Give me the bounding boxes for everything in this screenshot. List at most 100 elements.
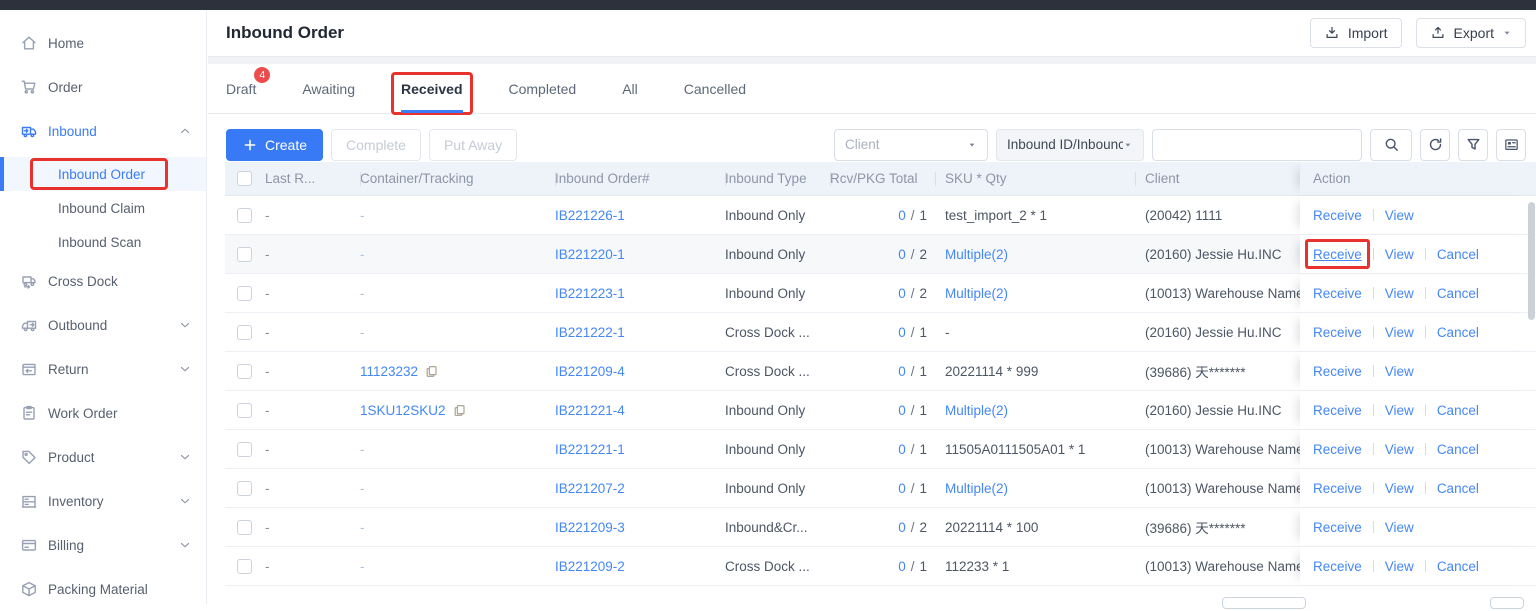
container-tracking-value[interactable]: 1SKU12SKU2 — [360, 403, 446, 418]
filter-button[interactable] — [1458, 129, 1488, 161]
received-count-link[interactable]: 0 — [898, 247, 906, 262]
search-type-select[interactable]: Inbound ID/Inbounc — [996, 129, 1144, 161]
sku-qty-value[interactable]: 20221114 * 999 — [945, 364, 1038, 379]
sidebar-item-outbound[interactable]: Outbound — [0, 303, 206, 347]
sidebar-item-inbound[interactable]: Inbound — [0, 109, 206, 153]
action-view[interactable]: View — [1362, 286, 1414, 301]
copy-icon[interactable] — [424, 364, 439, 379]
received-count-link[interactable]: 0 — [898, 403, 906, 418]
sidebar-item-packing-material[interactable]: Packing Material — [0, 567, 206, 611]
inbound-order-link[interactable]: IB221220-1 — [555, 247, 625, 262]
sidebar-item-product[interactable]: Product — [0, 435, 206, 479]
sku-qty-value[interactable]: 11505A0111505A01 * 1 — [945, 442, 1085, 457]
action-view[interactable]: View — [1362, 364, 1414, 379]
inbound-order-link[interactable]: IB221209-4 — [555, 364, 625, 379]
received-count-link[interactable]: 0 — [898, 325, 906, 340]
received-count-link[interactable]: 0 — [898, 364, 906, 379]
received-count-link[interactable]: 0 — [898, 559, 906, 574]
sidebar-item-inbound-claim[interactable]: Inbound Claim — [0, 191, 206, 225]
sidebar-item-order[interactable]: Order — [0, 65, 206, 109]
tab-received[interactable]: Received — [401, 64, 462, 113]
row-checkbox[interactable] — [237, 442, 252, 457]
search-button[interactable] — [1370, 129, 1412, 161]
action-cancel[interactable]: Cancel — [1414, 325, 1479, 340]
action-receive[interactable]: Receive — [1313, 520, 1362, 535]
action-receive[interactable]: Receive — [1313, 325, 1362, 340]
column-settings-button[interactable] — [1496, 129, 1526, 161]
row-checkbox[interactable] — [237, 403, 252, 418]
action-view[interactable]: View — [1362, 442, 1414, 457]
sidebar-item-return[interactable]: Return — [0, 347, 206, 391]
action-view[interactable]: View — [1362, 520, 1414, 535]
action-view[interactable]: View — [1362, 247, 1414, 262]
container-tracking-value[interactable]: - — [360, 442, 365, 457]
import-button[interactable]: Import — [1310, 18, 1402, 48]
tab-completed[interactable]: Completed — [509, 64, 577, 113]
inbound-order-link[interactable]: IB221223-1 — [555, 286, 625, 301]
row-checkbox[interactable] — [237, 247, 252, 262]
sku-qty-value[interactable]: - — [945, 325, 950, 340]
received-count-link[interactable]: 0 — [898, 481, 906, 496]
sidebar-item-billing[interactable]: Billing — [0, 523, 206, 567]
action-receive[interactable]: Receive — [1313, 559, 1362, 574]
action-cancel[interactable]: Cancel — [1414, 442, 1479, 457]
action-view[interactable]: View — [1362, 208, 1414, 223]
container-tracking-value[interactable]: - — [360, 247, 365, 262]
action-cancel[interactable]: Cancel — [1414, 247, 1479, 262]
row-checkbox[interactable] — [237, 364, 252, 379]
sidebar-item-home[interactable]: Home — [0, 21, 206, 65]
container-tracking-value[interactable]: - — [360, 286, 365, 301]
inbound-order-link[interactable]: IB221221-4 — [555, 403, 625, 418]
row-checkbox[interactable] — [237, 481, 252, 496]
tab-draft[interactable]: Draft 4 — [226, 64, 256, 113]
row-checkbox[interactable] — [237, 208, 252, 223]
refresh-button[interactable] — [1420, 129, 1450, 161]
copy-icon[interactable] — [452, 403, 467, 418]
sku-qty-value[interactable]: 112233 * 1 — [945, 559, 1009, 574]
action-receive[interactable]: Receive — [1313, 208, 1362, 223]
tab-cancelled[interactable]: Cancelled — [684, 64, 746, 113]
sku-qty-value[interactable]: Multiple(2) — [945, 481, 1008, 496]
action-view[interactable]: View — [1362, 325, 1414, 340]
sku-qty-value[interactable]: Multiple(2) — [945, 286, 1008, 301]
action-receive[interactable]: Receive — [1313, 247, 1362, 262]
sidebar-item-inbound-order[interactable]: Inbound Order — [0, 157, 206, 191]
action-cancel[interactable]: Cancel — [1414, 559, 1479, 574]
inbound-order-link[interactable]: IB221226-1 — [555, 208, 625, 223]
create-button[interactable]: Create — [226, 129, 323, 161]
pagination-remnant[interactable] — [1490, 597, 1524, 609]
sku-qty-value[interactable]: 20221114 * 100 — [945, 520, 1038, 535]
received-count-link[interactable]: 0 — [898, 520, 906, 535]
action-cancel[interactable]: Cancel — [1414, 481, 1479, 496]
container-tracking-value[interactable]: - — [360, 559, 365, 574]
action-view[interactable]: View — [1362, 403, 1414, 418]
put-away-button[interactable]: Put Away — [429, 129, 517, 161]
action-receive[interactable]: Receive — [1313, 403, 1362, 418]
search-input[interactable] — [1152, 129, 1362, 161]
inbound-order-link[interactable]: IB221207-2 — [555, 481, 625, 496]
action-receive[interactable]: Receive — [1313, 286, 1362, 301]
action-receive[interactable]: Receive — [1313, 481, 1362, 496]
container-tracking-value[interactable]: 11123232 — [360, 364, 418, 379]
sidebar-item-cross-dock[interactable]: Cross Dock — [0, 259, 206, 303]
action-receive[interactable]: Receive — [1313, 364, 1362, 379]
inbound-order-link[interactable]: IB221221-1 — [555, 442, 625, 457]
container-tracking-value[interactable]: - — [360, 208, 365, 223]
complete-button[interactable]: Complete — [331, 129, 421, 161]
row-checkbox[interactable] — [237, 325, 252, 340]
select-all-checkbox[interactable] — [237, 171, 252, 186]
sidebar-item-inbound-scan[interactable]: Inbound Scan — [0, 225, 206, 259]
action-view[interactable]: View — [1362, 559, 1414, 574]
action-cancel[interactable]: Cancel — [1414, 286, 1479, 301]
tab-awaiting[interactable]: Awaiting — [302, 64, 355, 113]
row-checkbox[interactable] — [237, 559, 252, 574]
container-tracking-value[interactable]: - — [360, 325, 365, 340]
received-count-link[interactable]: 0 — [898, 442, 906, 457]
action-cancel[interactable]: Cancel — [1414, 403, 1479, 418]
inbound-order-link[interactable]: IB221209-3 — [555, 520, 625, 535]
action-receive[interactable]: Receive — [1313, 442, 1362, 457]
action-view[interactable]: View — [1362, 481, 1414, 496]
row-checkbox[interactable] — [237, 286, 252, 301]
received-count-link[interactable]: 0 — [898, 208, 906, 223]
sidebar-item-work-order[interactable]: Work Order — [0, 391, 206, 435]
